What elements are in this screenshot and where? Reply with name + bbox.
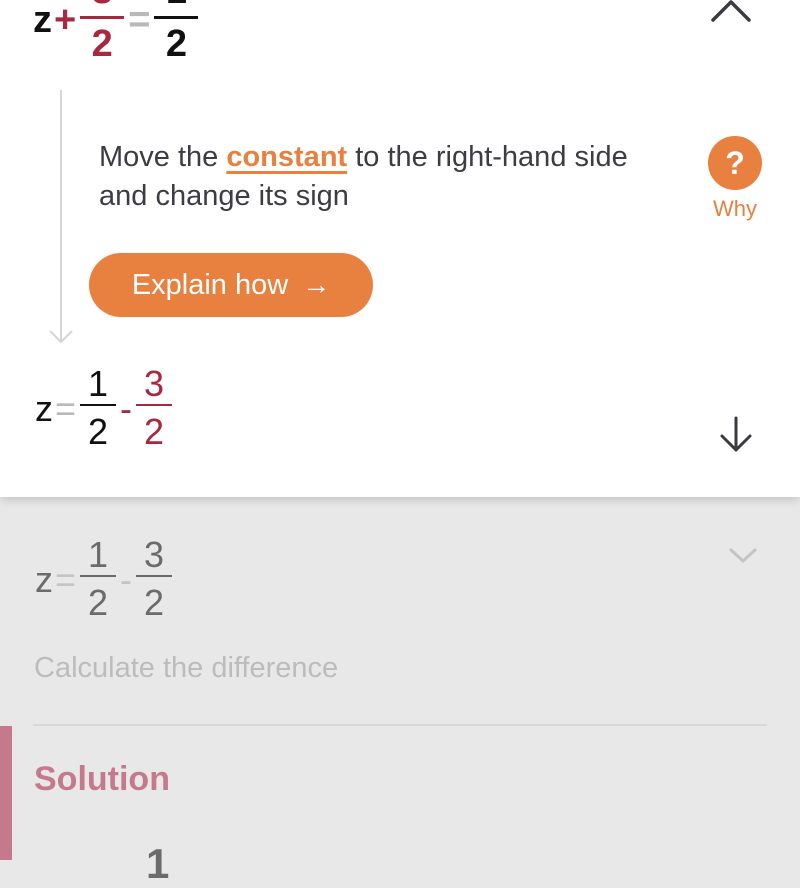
fraction-three-halves: 3 2: [136, 363, 173, 452]
denominator: 2: [144, 411, 165, 452]
denominator: 2: [144, 582, 165, 623]
term-fraction: 3 2: [80, 0, 125, 69]
next-step-equation: z = 1 2 - 3 2: [35, 537, 174, 623]
why-button[interactable]: ? Why: [702, 136, 768, 226]
equation-after: z = 1 2 - 3 2: [35, 366, 174, 452]
variable: z: [33, 0, 52, 41]
rhs-fraction: 1 2: [154, 0, 199, 69]
section-divider: [33, 724, 767, 726]
explain-how-button[interactable]: Explain how →: [89, 253, 373, 317]
next-step-description[interactable]: Calculate the difference: [34, 652, 338, 685]
arrow-down-icon[interactable]: [716, 414, 756, 454]
equals-sign: =: [55, 559, 77, 600]
equals-sign: =: [128, 0, 151, 41]
denominator: 2: [88, 411, 109, 452]
chevron-down-icon[interactable]: [728, 546, 758, 566]
minus-operator: -: [120, 388, 133, 429]
denominator: 2: [91, 23, 113, 65]
variable: z: [35, 559, 53, 600]
numerator: 3: [92, 0, 113, 16]
step-connector-arrow-icon: [49, 330, 73, 344]
why-label: Why: [713, 196, 757, 221]
numerator: 3: [144, 534, 165, 575]
numerator: 1: [166, 0, 187, 16]
fraction-one-half: 1 2: [80, 363, 117, 452]
fraction-one-half: 1 2: [80, 534, 117, 623]
numerator: 1: [88, 534, 109, 575]
constant-term-link[interactable]: constant: [226, 141, 347, 173]
step-connector-line: [60, 90, 62, 342]
numerator: 3: [144, 363, 165, 404]
denominator: 2: [88, 582, 109, 623]
step-explanation: Move the constant to the right-hand side…: [99, 138, 679, 216]
arrow-right-icon: →: [302, 269, 331, 300]
current-step-card: z + 3 2 = 1 2 Move the constant to the r…: [0, 0, 800, 497]
explanation-prefix: Move the: [99, 141, 227, 173]
equals-sign: =: [55, 388, 77, 429]
fraction-three-halves: 3 2: [136, 534, 173, 623]
variable: z: [35, 388, 53, 429]
solution-accent-bar: [0, 726, 12, 860]
minus-operator: -: [120, 559, 133, 600]
numerator: 1: [88, 363, 109, 404]
explain-how-label: Explain how: [131, 268, 289, 301]
question-icon: ?: [708, 136, 762, 190]
chevron-up-icon[interactable]: [706, 0, 756, 30]
solution-value-partial: 1: [146, 840, 170, 887]
solution-heading: Solution: [34, 760, 170, 798]
plus-operator: +: [54, 0, 77, 41]
equation-before: z + 3 2 = 1 2: [33, 0, 200, 69]
denominator: 2: [165, 23, 187, 65]
